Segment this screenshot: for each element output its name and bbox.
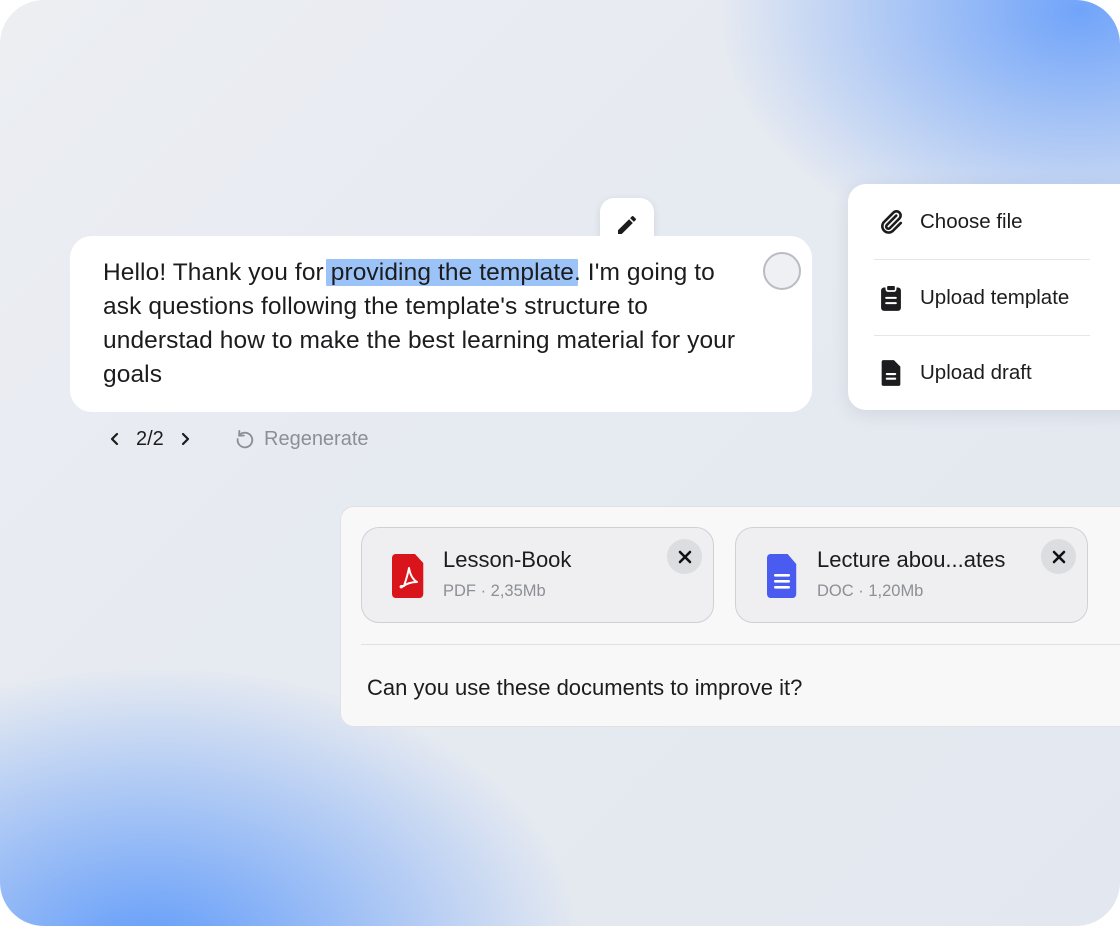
app-canvas: Hello! Thank you for providing the templ… (0, 0, 1120, 926)
attachment-meta: DOC · 1,20Mb (817, 582, 924, 600)
regenerate-label: Regenerate (264, 427, 369, 450)
menu-item-label: Upload draft (920, 360, 1032, 384)
message-select-checkbox[interactable] (763, 252, 801, 290)
menu-item-label: Choose file (920, 209, 1023, 233)
previous-response-button[interactable] (104, 428, 126, 450)
menu-item-choose-file[interactable]: Choose file (848, 184, 1120, 259)
chevron-right-icon (181, 432, 189, 446)
close-icon (1052, 550, 1065, 563)
composer-divider (361, 644, 1120, 645)
attachment-name: Lesson-Book (443, 547, 572, 572)
message-text-before: Hello! Thank you for (103, 259, 331, 286)
menu-item-upload-template[interactable]: Upload template (848, 260, 1120, 335)
remove-attachment-button[interactable] (1041, 539, 1076, 574)
message-composer: Lesson-Book PDF · 2,35Mb Lecture abou...… (340, 506, 1120, 727)
remove-attachment-button[interactable] (667, 539, 702, 574)
menu-item-label: Upload template (920, 285, 1070, 309)
clipboard-icon (876, 283, 906, 313)
message-input[interactable]: Can you use these documents to improve i… (367, 675, 802, 701)
chevron-left-icon (110, 432, 119, 446)
assistant-message-bubble: Hello! Thank you for providing the templ… (70, 236, 812, 412)
attach-menu: Choose file Upload template Upload draft (848, 184, 1120, 410)
attachment-name: Lecture abou...ates (817, 547, 1006, 572)
attachment-card-lesson-book[interactable]: Lesson-Book PDF · 2,35Mb (361, 527, 714, 623)
document-icon (876, 358, 906, 388)
attachment-meta: PDF · 2,35Mb (443, 582, 546, 600)
close-icon (678, 550, 691, 563)
selected-text-highlight[interactable]: providing the template (325, 259, 578, 286)
pencil-icon (618, 215, 637, 234)
attachment-card-lecture[interactable]: Lecture abou...ates DOC · 1,20Mb (735, 527, 1088, 623)
pdf-file-icon (392, 554, 424, 598)
menu-item-upload-draft[interactable]: Upload draft (848, 335, 1120, 410)
response-count: 2/2 (136, 427, 164, 450)
doc-file-icon (767, 554, 797, 598)
message-text[interactable]: Hello! Thank you for providing the templ… (103, 256, 753, 392)
regenerate-button[interactable]: Regenerate (234, 424, 369, 454)
paperclip-icon (876, 207, 906, 237)
next-response-button[interactable] (174, 428, 196, 450)
response-pager: 2/2 (104, 424, 196, 454)
refresh-icon (236, 430, 254, 449)
